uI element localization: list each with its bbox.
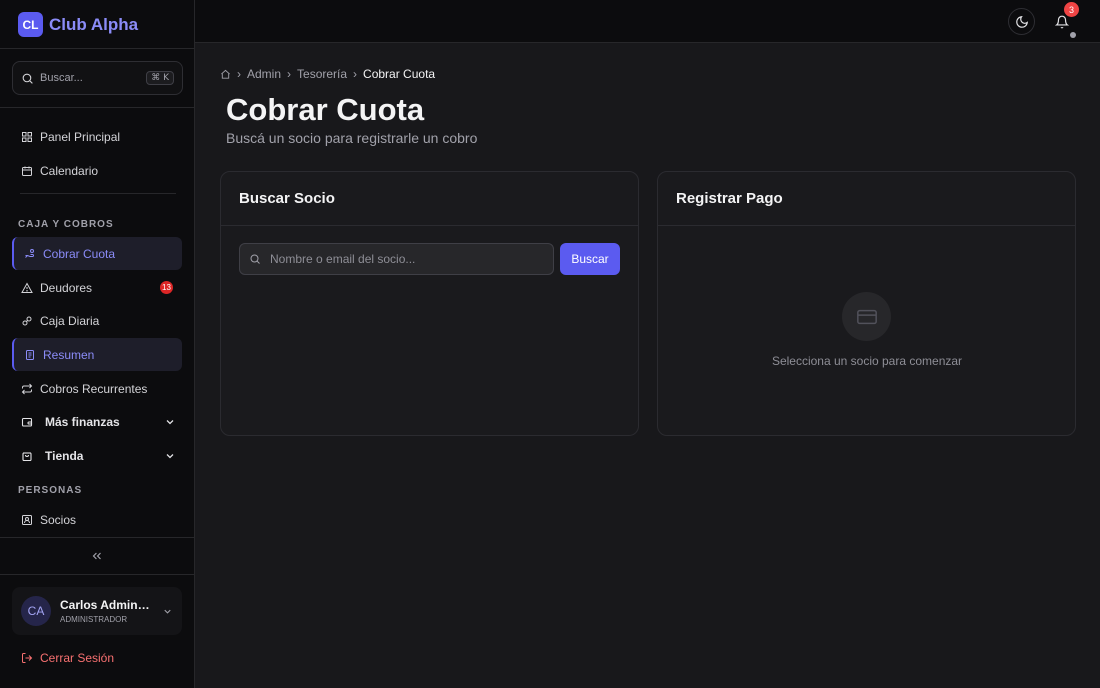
breadcrumb-current: Cobrar Cuota (363, 67, 436, 81)
sidebar: CL Club Alpha Buscar... ⌘ K Panel Princi… (0, 0, 195, 688)
receipt-icon (26, 349, 34, 360)
credit-card-icon (856, 309, 877, 324)
bag-icon (22, 451, 32, 461)
user-name: Carlos Administrador (60, 598, 152, 612)
wallet-icon (21, 417, 33, 427)
empty-state-icon (842, 292, 891, 341)
grid-icon (22, 131, 32, 142)
theme-toggle-button[interactable] (1008, 8, 1035, 35)
warning-icon (21, 281, 33, 293)
sidebar-item-cobrar-cuota[interactable]: Cobrar Cuota (12, 237, 182, 270)
sidebar-item-deudores[interactable]: Deudores 13 (12, 271, 182, 304)
moon-icon (1015, 15, 1028, 28)
brand[interactable]: CL Club Alpha (18, 12, 138, 37)
search-icon (22, 73, 33, 84)
wallet-icon (22, 316, 32, 325)
member-search-field[interactable] (239, 243, 554, 275)
breadcrumb-admin[interactable]: Admin (247, 67, 281, 81)
sidebar-item-caja-diaria[interactable]: Caja Diaria (12, 304, 182, 337)
status-dot (1070, 32, 1076, 38)
page-title: Cobrar Cuota (226, 92, 425, 127)
repeat-icon (21, 383, 33, 394)
user-role: ADMINISTRADOR (60, 615, 128, 624)
sidebar-group-tienda[interactable]: Tienda (12, 439, 182, 472)
section-label-caja: CAJA Y COBROS (18, 219, 114, 230)
sidebar-item-label: Cobrar Cuota (43, 246, 116, 261)
user-menu[interactable]: CA Carlos Administrador ADMINISTRADOR (12, 587, 182, 635)
sidebar-search-placeholder: Buscar... (40, 72, 83, 84)
sidebar-item-label: Panel Principal (40, 129, 121, 144)
chevron-right-icon: › (353, 67, 358, 81)
keyboard-shortcut: ⌘ K (146, 71, 174, 85)
sidebar-item-cobros-recurrentes[interactable]: Cobros Recurrentes (12, 372, 182, 405)
chevron-right-icon: › (287, 67, 292, 81)
breadcrumb: › Admin › Tesorería › Cobrar Cuota (220, 67, 435, 81)
sidebar-search[interactable]: Buscar... ⌘ K (12, 61, 183, 95)
deudores-count-badge: 13 (160, 281, 173, 294)
divider (0, 107, 195, 108)
divider (0, 574, 195, 575)
sidebar-item-socios[interactable]: Socios (12, 503, 182, 536)
sidebar-item-label: Deudores (40, 280, 93, 295)
breadcrumb-tesoreria[interactable]: Tesorería (297, 67, 347, 81)
logout-label: Cerrar Sesión (40, 651, 115, 665)
sidebar-item-calendario[interactable]: Calendario (12, 154, 182, 187)
hand-coins-icon (25, 248, 34, 258)
notification-count-badge: 3 (1064, 2, 1079, 17)
search-icon (250, 254, 260, 264)
sidebar-item-label: Socios (40, 512, 77, 527)
sidebar-item-label: Calendario (40, 163, 99, 178)
sidebar-item-panel-principal[interactable]: Panel Principal (12, 120, 182, 153)
sidebar-item-label: Resumen (43, 347, 95, 362)
sidebar-group-label: Tienda (45, 448, 84, 463)
sidebar-item-resumen[interactable]: Resumen (12, 338, 182, 371)
sidebar-group-label: Más finanzas (45, 414, 120, 429)
logout-button[interactable]: Cerrar Sesión (21, 651, 114, 665)
chevron-down-icon (166, 420, 174, 425)
card-title: Buscar Socio (239, 190, 335, 207)
card-title: Registrar Pago (676, 190, 783, 207)
divider (658, 225, 1075, 226)
search-button[interactable]: Buscar (560, 243, 620, 275)
page-subtitle: Buscá un socio para registrarle un cobro (226, 130, 478, 146)
search-member-card: Buscar Socio Buscar (220, 171, 639, 436)
avatar: CA (21, 596, 51, 626)
collapse-sidebar-icon[interactable] (90, 549, 104, 563)
logout-icon (22, 653, 33, 663)
chevron-down-icon (164, 609, 171, 614)
sidebar-item-label: Caja Diaria (40, 313, 100, 328)
register-payment-card: Registrar Pago Selecciona un socio para … (657, 171, 1076, 436)
sidebar-item-label: Cobros Recurrentes (40, 381, 148, 396)
id-card-icon (22, 514, 32, 525)
chevron-down-icon (166, 454, 174, 459)
calendar-icon (22, 166, 32, 176)
chevron-right-icon: › (237, 67, 241, 81)
divider (0, 537, 195, 538)
empty-state-text: Selecciona un socio para comenzar (771, 354, 963, 368)
member-search-input[interactable] (270, 252, 553, 266)
bell-icon (1054, 15, 1069, 28)
brand-logo: CL (18, 12, 43, 37)
sidebar-group-mas-finanzas[interactable]: Más finanzas (12, 405, 182, 438)
brand-name: Club Alpha (49, 14, 139, 34)
home-icon[interactable] (220, 69, 231, 80)
divider (20, 193, 176, 194)
topbar: 3 (195, 0, 1100, 43)
divider (221, 225, 638, 226)
section-label-personas: PERSONAS (18, 485, 83, 496)
divider (0, 48, 195, 49)
